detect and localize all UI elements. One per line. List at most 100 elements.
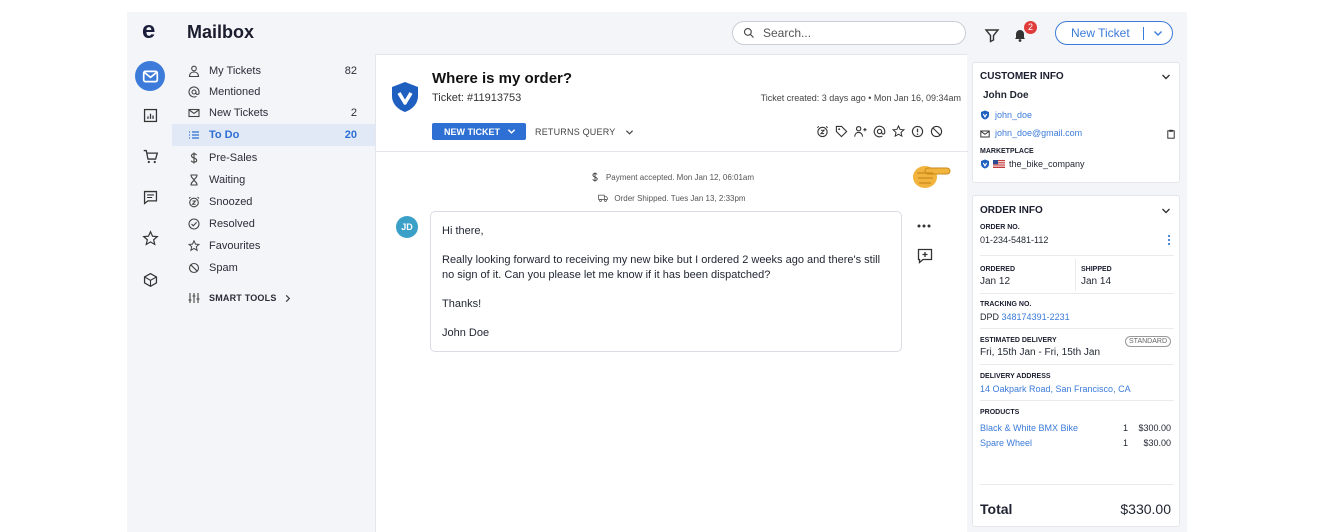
nav-label: To Do [209, 129, 240, 141]
nav-item-resolved[interactable]: Resolved [172, 213, 375, 235]
search-box[interactable] [732, 21, 966, 45]
message-bubble: Hi there, Really looking forward to rece… [430, 211, 902, 352]
ticket-panel: Where is my order? Ticket: #11913753 Tic… [375, 54, 968, 532]
event-payment: Payment accepted. Mon Jan 12, 06:01am [376, 172, 968, 182]
ticket-title: Where is my order? [432, 70, 573, 87]
product-price: $300.00 [1138, 423, 1171, 433]
nav-item-new-tickets[interactable]: New Tickets 2 [172, 102, 375, 124]
info-button[interactable] [909, 123, 925, 139]
chevron-right-icon [285, 294, 290, 302]
nav-item-favourites[interactable]: Favourites [172, 235, 375, 257]
nav-label: Waiting [209, 174, 246, 186]
rail-chat-button[interactable] [135, 182, 165, 212]
dollar-icon [190, 152, 198, 164]
nav-label: Spam [209, 262, 238, 274]
category-label: RETURNS QUERY [535, 127, 616, 137]
nav-label: Resolved [209, 218, 255, 230]
shipping-type-badge: STANDARD [1125, 336, 1171, 347]
order-no-label: ORDER NO. [980, 224, 1020, 231]
nav-item-pre-sales[interactable]: Pre-Sales [172, 147, 375, 169]
marketplace-value: the_bike_company [1009, 159, 1085, 169]
new-ticket-button[interactable]: New Ticket [1055, 21, 1173, 45]
new-ticket-status-button[interactable]: NEW TICKET [432, 123, 526, 140]
at-icon [188, 86, 200, 98]
at-icon [873, 125, 885, 137]
message-line: Hi there, [442, 225, 484, 237]
estimated-delivery-value: Fri, 15th Jan - Fri, 15th Jan [980, 347, 1101, 358]
nav-item-to-do[interactable]: To Do 20 [172, 124, 375, 146]
shield-logo-icon [392, 82, 418, 112]
chevron-down-icon[interactable] [1161, 72, 1171, 82]
nav-label: Snoozed [209, 196, 253, 208]
ban-icon [930, 125, 942, 137]
list-icon [189, 131, 199, 139]
nav-item-my-tickets[interactable]: My Tickets 82 [172, 60, 375, 82]
row-divider [980, 328, 1174, 329]
dollar-icon [592, 172, 598, 182]
app-window: e Mailbox 2 New Ticket [127, 12, 1187, 532]
tracking-link[interactable]: 348174391-2231 [1002, 312, 1070, 322]
spam-button[interactable] [928, 123, 944, 139]
alarm-icon [188, 196, 200, 208]
nav-label: New Tickets [209, 107, 269, 119]
delivery-address-link[interactable]: 14 Oakpark Road, San Francisco, CA [980, 384, 1131, 394]
chat-icon [143, 190, 157, 205]
mention-button[interactable] [871, 123, 887, 139]
nav-count: 20 [344, 129, 357, 141]
product-qty: 1 [1123, 438, 1129, 448]
star-icon [141, 229, 159, 246]
new-ticket-dropdown[interactable] [1144, 28, 1172, 38]
nav-item-mentioned[interactable]: Mentioned [172, 81, 375, 103]
more-options-icon[interactable] [916, 222, 932, 230]
customer-email-link[interactable]: john_doe@gmail.com [995, 128, 1082, 138]
product-name-link[interactable]: Black & White BMX Bike [980, 423, 1078, 433]
app-rail: e [127, 12, 172, 532]
ban-icon [188, 262, 200, 274]
clipboard-icon[interactable] [1166, 129, 1176, 139]
message-line: John Doe [442, 327, 490, 339]
snooze-button[interactable] [814, 123, 830, 139]
row-divider [980, 255, 1174, 256]
shipped-value: Jan 14 [1081, 276, 1112, 287]
nav-item-snoozed[interactable]: Snoozed [172, 191, 375, 213]
kebab-menu-icon[interactable] [1167, 234, 1171, 246]
add-note-icon[interactable] [917, 248, 933, 264]
smart-tools-toggle[interactable]: SMART TOOLS [188, 292, 292, 304]
check-circle-icon [188, 218, 200, 230]
search-input[interactable] [763, 26, 953, 40]
chevron-down-icon [1154, 31, 1163, 36]
rail-products-button[interactable] [135, 264, 165, 294]
order-info-card: ORDER INFO ORDER NO. 01-234-5481-112 ORD… [972, 195, 1180, 527]
tag-button[interactable] [833, 123, 849, 139]
returns-query-dropdown[interactable]: RETURNS QUERY [535, 127, 634, 137]
assign-button[interactable] [852, 123, 868, 139]
add-user-icon [853, 125, 867, 137]
nav-item-spam[interactable]: Spam [172, 257, 375, 279]
star-icon [891, 124, 905, 137]
user-icon [188, 65, 200, 77]
customer-name: John Doe [983, 90, 1029, 101]
nav-item-waiting[interactable]: Waiting [172, 169, 375, 191]
favourite-button[interactable] [890, 123, 906, 139]
customer-info-heading: CUSTOMER INFO [980, 71, 1064, 82]
truck-icon [598, 194, 609, 202]
rail-reports-button[interactable] [135, 100, 165, 130]
notification-badge: 2 [1024, 21, 1037, 34]
sliders-icon [188, 293, 200, 303]
row-divider [980, 293, 1174, 294]
alarm-icon [816, 125, 828, 137]
tracking-value: DPD 348174391-2231 [980, 312, 1070, 322]
filter-icon[interactable] [984, 27, 1000, 43]
chevron-down-icon[interactable] [1161, 206, 1171, 216]
delivery-address-label: DELIVERY ADDRESS [980, 373, 1051, 380]
rail-favourites-button[interactable] [135, 223, 165, 253]
rail-mailbox-button[interactable] [135, 61, 165, 91]
page-title: Mailbox [187, 22, 255, 42]
box-icon [143, 272, 157, 287]
rail-orders-button[interactable] [135, 141, 165, 171]
search-icon [743, 27, 754, 38]
ticket-number: Ticket: #11913753 [432, 92, 522, 104]
customer-username-link[interactable]: john_doe [995, 110, 1032, 120]
product-name-link[interactable]: Spare Wheel [980, 438, 1032, 448]
nav-count: 82 [344, 65, 357, 77]
